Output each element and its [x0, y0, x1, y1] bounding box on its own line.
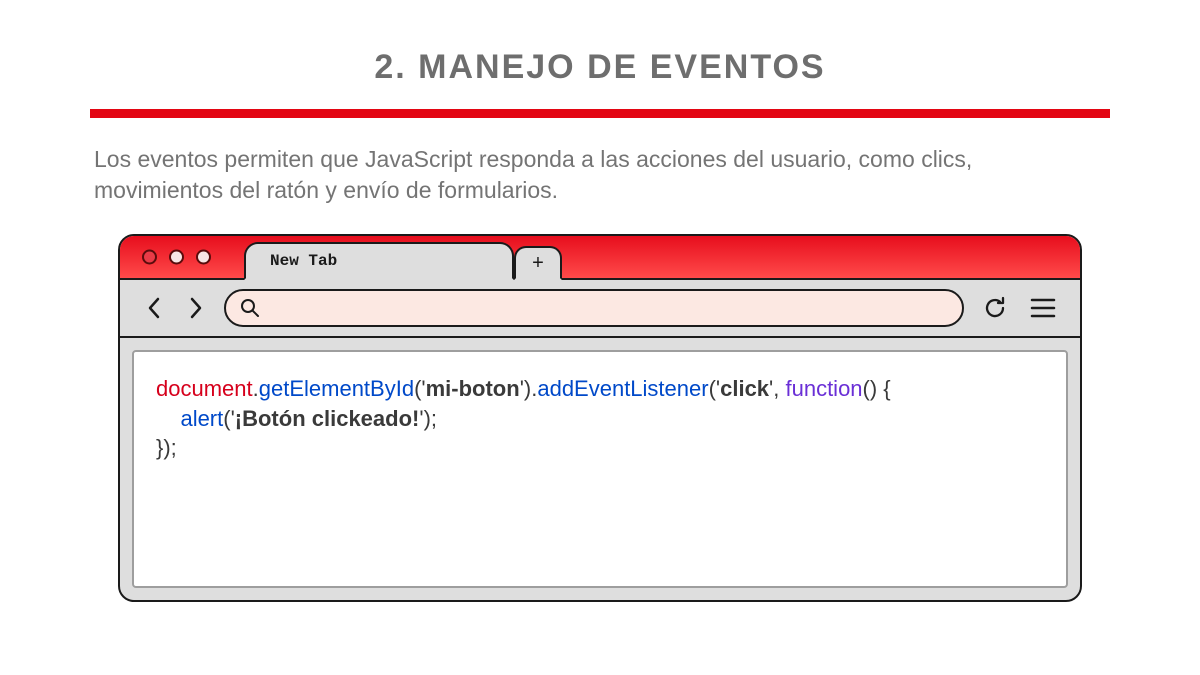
code-token: });	[156, 435, 177, 460]
close-dot-icon[interactable]	[142, 250, 157, 265]
chevron-left-icon	[146, 296, 162, 320]
new-tab-button[interactable]: +	[514, 246, 562, 280]
zoom-dot-icon[interactable]	[196, 250, 211, 265]
back-button[interactable]	[140, 288, 168, 328]
reload-icon	[982, 295, 1008, 321]
code-token: ¡Botón clickeado!	[235, 406, 420, 431]
title-underline	[90, 109, 1110, 118]
search-icon	[240, 298, 260, 318]
chevron-right-icon	[188, 296, 204, 320]
browser-toolbar	[120, 280, 1080, 338]
menu-button[interactable]	[1026, 288, 1060, 328]
code-token: ).	[524, 376, 537, 401]
reload-button[interactable]	[978, 288, 1012, 328]
slide-title: 2. MANEJO DE EVENTOS	[90, 48, 1110, 87]
code-token: alert	[180, 406, 223, 431]
minimize-dot-icon[interactable]	[169, 250, 184, 265]
tab-label: New Tab	[270, 252, 337, 270]
browser-tabbar: New Tab +	[120, 236, 1080, 280]
address-bar[interactable]	[224, 289, 964, 327]
code-token	[156, 406, 180, 431]
code-token: addEventListener	[537, 376, 708, 401]
code-token: ,	[773, 376, 785, 401]
code-token: mi-boton	[426, 376, 520, 401]
plus-icon: +	[532, 252, 544, 275]
code-token: click	[720, 376, 769, 401]
code-snippet: document.getElementById('mi-boton').addE…	[156, 374, 1044, 463]
code-token: getElementById	[259, 376, 414, 401]
code-token: function	[785, 376, 862, 401]
code-token: );	[424, 406, 437, 431]
browser-viewport: document.getElementById('mi-boton').addE…	[132, 350, 1068, 588]
code-token: (	[709, 376, 716, 401]
code-token: (	[223, 406, 230, 431]
hamburger-icon	[1030, 297, 1056, 319]
code-token: document	[156, 376, 253, 401]
slide-description: Los eventos permiten que JavaScript resp…	[90, 144, 1110, 206]
forward-button[interactable]	[182, 288, 210, 328]
window-controls	[142, 250, 211, 265]
browser-tab[interactable]: New Tab	[244, 242, 514, 280]
browser-window: New Tab +	[118, 234, 1082, 602]
code-token: () {	[863, 376, 891, 401]
